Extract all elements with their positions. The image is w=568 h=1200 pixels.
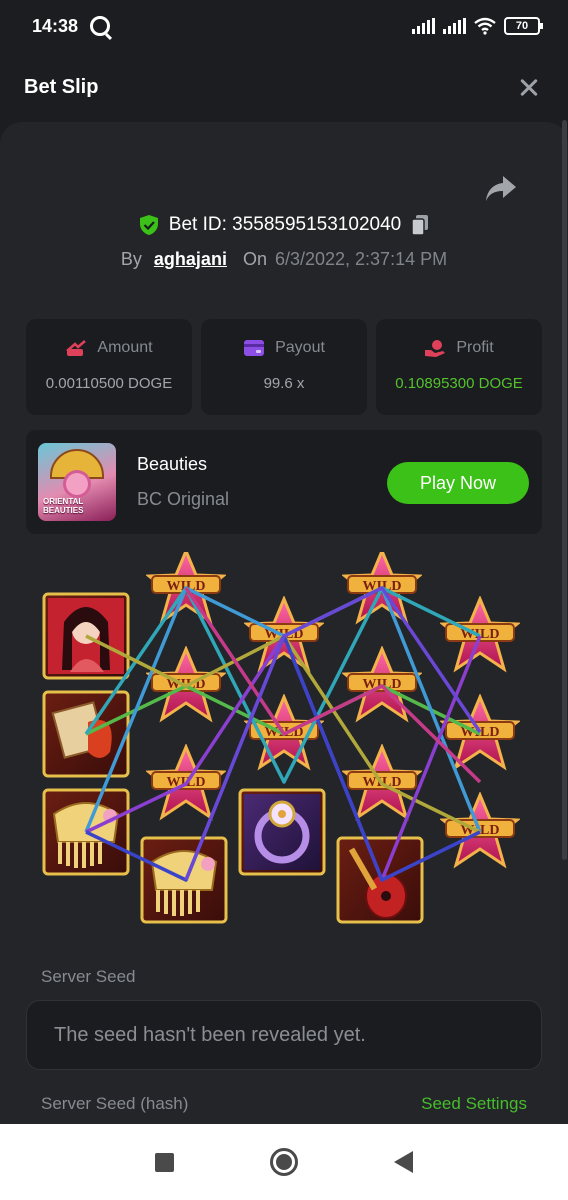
profit-card: Profit 0.10895300 DOGE: [376, 319, 542, 415]
game-provider: BC Original: [137, 489, 230, 509]
server-seed-hash-label: Server Seed (hash): [41, 1094, 189, 1113]
scrollbar[interactable]: [562, 120, 567, 860]
payout-value: 99.6 x: [263, 375, 305, 392]
profit-value: 0.10895300 DOGE: [395, 375, 523, 392]
profit-label: Profit: [456, 339, 494, 356]
payout-card: Payout 99.6 x: [201, 319, 367, 415]
game-name: Beauties: [137, 454, 208, 474]
symbol-wild: [245, 597, 323, 671]
bet-stats: Amount 0.00110500 DOGE Payout 99.6 x Pro…: [26, 319, 542, 415]
page-title: Bet Slip: [24, 75, 99, 98]
shield-check-icon: [139, 215, 158, 235]
status-bar: 14:38 70: [0, 0, 568, 52]
amount-icon: [66, 340, 87, 356]
share-icon[interactable]: [484, 174, 518, 204]
status-time: 14:38: [32, 15, 79, 36]
username-link[interactable]: aghajani: [154, 249, 227, 270]
server-seed-label: Server Seed: [41, 967, 136, 986]
battery-icon: 70: [504, 17, 543, 35]
copy-icon[interactable]: [411, 214, 429, 236]
wifi-icon: [474, 17, 496, 35]
close-button[interactable]: [514, 72, 544, 102]
symbol-wild: [343, 647, 421, 721]
amount-card: Amount 0.00110500 DOGE: [26, 319, 192, 415]
game-thumbnail[interactable]: ORIENTAL BEAUTIES: [38, 443, 116, 521]
symbol-wild: [147, 647, 225, 721]
symbol-wild: [441, 597, 519, 671]
notification-icon: [90, 16, 111, 36]
on-label: On: [242, 249, 267, 269]
back-icon[interactable]: [394, 1151, 413, 1173]
recent-apps-icon[interactable]: [155, 1152, 174, 1172]
profit-icon: [425, 340, 446, 357]
thumbnail-text: ORIENTAL BEAUTIES: [43, 497, 84, 515]
play-now-button[interactable]: Play Now: [387, 462, 529, 504]
slot-result-reels: WILD: [42, 552, 519, 924]
server-seed-field[interactable]: The seed hasn't been revealed yet.: [26, 1000, 542, 1070]
payout-label: Payout: [275, 339, 325, 356]
bet-slip-sheet: Bet ID: 3558595153102040 By aghajani On …: [0, 122, 568, 1124]
amount-label: Amount: [97, 339, 153, 356]
signal-icon-2: [443, 18, 466, 34]
status-icons: 70: [412, 17, 543, 35]
bet-meta: By aghajani On 6/3/2022, 2:37:14 PM: [0, 249, 568, 270]
game-card: ORIENTAL BEAUTIES Beauties BC Original P…: [26, 430, 542, 534]
bet-id-row: Bet ID: 3558595153102040: [0, 214, 568, 236]
symbol-ring: [238, 788, 326, 876]
seed-settings-link[interactable]: Seed Settings: [421, 1094, 527, 1114]
home-icon[interactable]: [270, 1148, 298, 1176]
android-nav-bar: [0, 1124, 568, 1200]
symbol-pipa: [336, 836, 424, 924]
by-label: By: [120, 249, 142, 269]
header: Bet Slip: [0, 52, 568, 122]
amount-value: 0.00110500 DOGE: [45, 375, 173, 392]
signal-icon: [412, 18, 435, 34]
payout-icon: [244, 340, 265, 356]
bet-id: Bet ID: 3558595153102040: [168, 214, 402, 235]
bet-date: 6/3/2022, 2:37:14 PM: [274, 249, 448, 269]
